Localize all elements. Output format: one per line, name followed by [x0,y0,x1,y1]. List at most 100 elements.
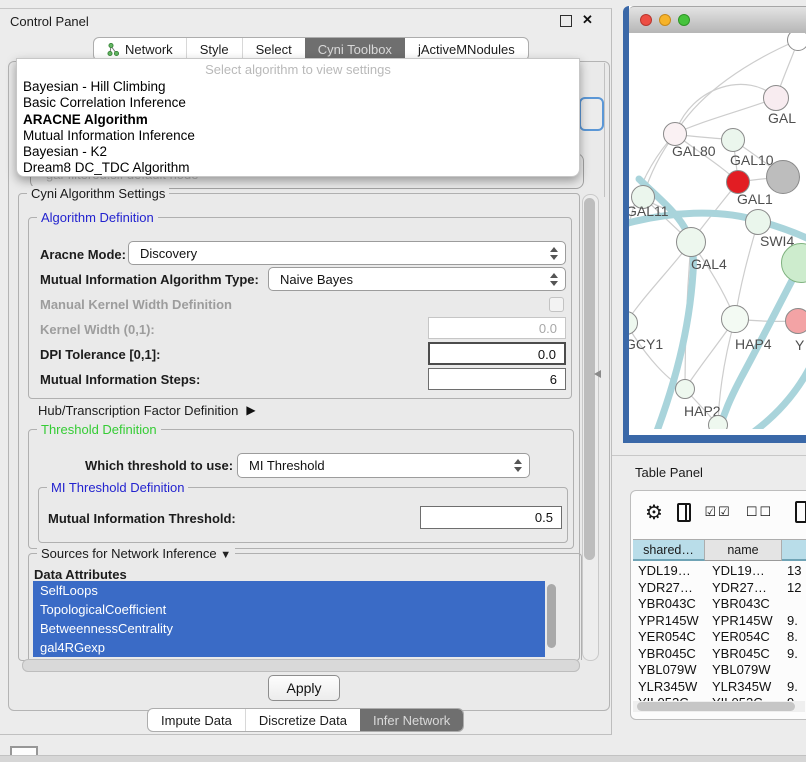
manual-kernel-label: Manual Kernel Width Definition [40,297,232,312]
table-cell: YER054C [633,629,705,646]
tab-label: Impute Data [161,713,232,728]
which-threshold-combo[interactable]: MI Threshold [237,453,530,478]
focused-combo-fragment[interactable] [579,97,604,131]
table-row[interactable]: YER054CYER054C8. [633,629,806,646]
tab-label: Infer Network [373,713,450,728]
tab-cyni-toolbox[interactable]: Cyni Toolbox [305,38,405,60]
table-horizontal-scrollbar[interactable] [633,701,805,712]
network-node[interactable] [766,160,800,194]
network-node[interactable] [708,415,728,429]
group-legend: Sources for Network Inference [37,546,235,563]
settings-vertical-scrollbar[interactable] [582,194,599,661]
apply-button[interactable]: Apply [268,675,340,701]
algorithm-option[interactable]: Dream8 DC_TDC Algorithm [23,160,573,176]
table-panel: shared… name A YDL19…YDL19…13YDR27…YDR27… [630,490,806,720]
tab-jactivemnodules[interactable]: jActiveMNodules [405,38,528,60]
algorithm-option[interactable]: Mutual Information Inference [23,128,573,144]
table-row[interactable]: YDR27…YDR27…12 [633,580,806,597]
node-label: GAL4 [691,256,727,272]
table-body: YDL19…YDL19…13YDR27…YDR27…12YBR043CYBR04… [633,563,806,712]
algorithm-option[interactable]: Basic Correlation Inference [23,95,573,111]
table-row[interactable]: YDL19…YDL19…13 [633,563,806,580]
table-cell: YBR043C [705,596,782,613]
tab-style[interactable]: Style [186,38,242,60]
mi-algorithm-type-label: Mutual Information Algorithm Type: [40,272,259,287]
table-row[interactable]: YBR045CYBR045C9. [633,646,806,663]
algorithm-option[interactable]: ARACNE Algorithm [23,112,573,128]
tab-discretize-data[interactable]: Discretize Data [245,709,360,731]
group-legend: Cyni Algorithm Settings [27,186,169,201]
tab-impute-data[interactable]: Impute Data [148,709,245,731]
hub-definition-section[interactable]: Hub/Transcription Factor Definition [38,401,256,419]
table-cell: 8. [782,629,806,646]
table-cell: 9. [782,613,806,630]
data-attributes-label: Data Attributes [34,567,127,582]
network-node[interactable] [675,379,695,399]
network-node[interactable] [787,33,806,51]
attribute-list-item[interactable]: BetweennessCentrality [33,619,545,638]
column-header-name[interactable]: name [705,539,782,561]
network-node[interactable] [676,227,706,257]
list-scrollbar-thumb[interactable] [547,584,556,648]
table-row[interactable]: YBR043CYBR043C [633,596,806,613]
tab-select[interactable]: Select [242,38,305,60]
kernel-width-label: Kernel Width (0,1): [40,322,155,337]
network-canvas[interactable]: GALGAL80GAL10GAL1GAL11SWI4GAL4GCY1HAP4YH… [629,33,806,429]
table-cell: 12 [782,580,806,597]
table-cell: YLR345W [705,679,782,696]
column-header-partial[interactable]: A [782,539,806,561]
manual-kernel-checkbox[interactable] [549,297,564,312]
gear-icon[interactable] [645,500,663,525]
table-cell: YPR145W [705,613,782,630]
split-columns-icon[interactable] [677,503,691,522]
network-window-titlebar[interactable] [629,6,806,34]
table-cell [782,662,806,679]
float-panel-icon[interactable] [560,15,572,27]
spinner-icon [550,247,558,260]
table-cell: YDL19… [633,563,705,580]
collapse-arrow-icon[interactable] [220,546,231,561]
combo-value: MI Threshold [249,458,325,473]
mi-algorithm-type-combo[interactable]: Naive Bayes [268,267,566,291]
combo-value: Discovery [140,246,197,261]
network-node[interactable] [721,128,745,152]
table-cell: YBR043C [633,596,705,613]
tab-infer-network[interactable]: Infer Network [360,709,463,731]
network-node[interactable] [763,85,789,111]
tab-network[interactable]: Network [94,38,186,60]
table-row[interactable]: YPR145WYPR145W9. [633,613,806,630]
node-label: GAL1 [737,191,773,207]
table-header-row: shared… name A [633,539,806,561]
column-header-shared-name[interactable]: shared… [633,539,705,561]
network-node[interactable] [721,305,749,333]
table-row[interactable]: YBL079WYBL079W [633,662,806,679]
table-cell: 9. [782,646,806,663]
deselect-all-columns-icon[interactable] [746,503,773,521]
mi-steps-field[interactable]: 6 [428,368,566,390]
node-label: GAL11 [629,203,669,219]
network-node[interactable] [745,209,771,235]
algorithm-option[interactable]: Bayesian - K2 [23,144,573,160]
table-cell [782,596,806,613]
dpi-tolerance-field[interactable]: 0.0 [428,342,566,365]
mi-threshold-field[interactable]: 0.5 [420,506,562,529]
attribute-list-item[interactable]: gal4RGexp [33,638,545,657]
close-traffic-light-icon[interactable] [640,14,652,26]
attribute-list-item[interactable]: SelfLoops [33,581,545,600]
aracne-mode-label: Aracne Mode: [40,247,126,262]
document-icon[interactable] [795,501,806,523]
zoom-traffic-light-icon[interactable] [678,14,690,26]
settings-scrollbar-thumb[interactable] [584,198,595,560]
table-cell: 9. [782,679,806,696]
aracne-mode-combo[interactable]: Discovery [128,241,566,265]
network-node[interactable] [785,308,806,334]
table-row[interactable]: YLR345WYLR345W9. [633,679,806,696]
kernel-width-field[interactable]: 0.0 [428,317,566,339]
table-scrollbar-thumb[interactable] [637,702,795,711]
attribute-list-item[interactable]: TopologicalCoefficient [33,600,545,619]
select-all-columns-icon[interactable] [705,503,732,521]
minimize-traffic-light-icon[interactable] [659,14,671,26]
algorithm-option[interactable]: Bayesian - Hill Climbing [23,79,573,95]
settings-horizontal-scrollbar[interactable] [22,659,580,672]
close-panel-icon[interactable] [582,12,593,28]
